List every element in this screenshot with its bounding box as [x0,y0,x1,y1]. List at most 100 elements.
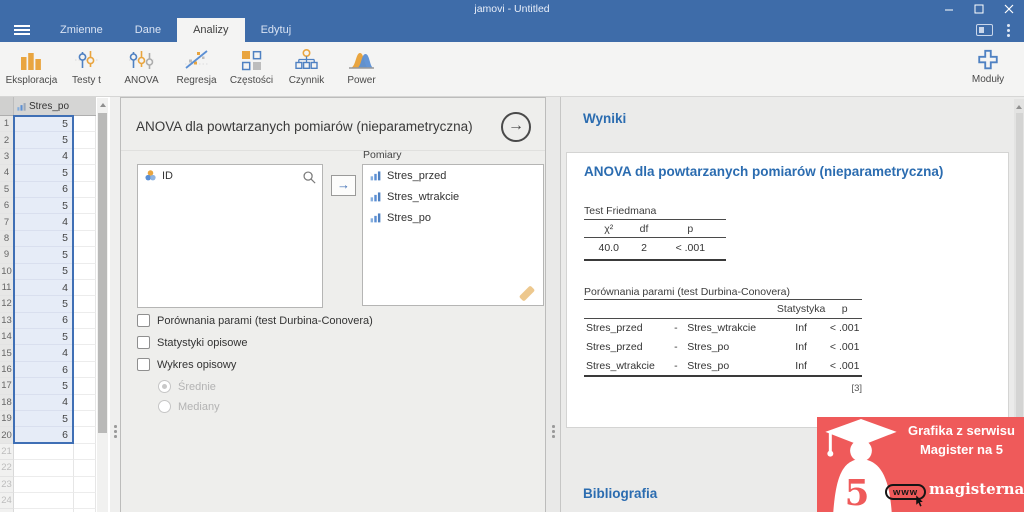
data-cell[interactable]: 5 [14,378,74,394]
row-number-cell[interactable]: 13 [0,313,14,329]
checkbox[interactable] [137,358,150,371]
row-number-cell[interactable]: 22 [0,460,14,476]
menu-tab[interactable]: Analizy [177,18,244,42]
row-number-cell[interactable]: 20 [0,427,14,443]
empty-cell[interactable] [74,313,96,329]
row-number-cell[interactable]: 4 [0,165,14,181]
close-button[interactable] [994,0,1024,18]
menu-tab[interactable]: Edytuj [245,18,308,42]
option-descriptive-stats[interactable]: Statystyki opisowe [137,336,247,349]
empty-cell[interactable] [74,493,96,509]
empty-cell[interactable] [74,362,96,378]
data-cell[interactable]: 4 [14,345,74,361]
menu-tab[interactable]: Zmienne [44,18,119,42]
left-splitter[interactable] [110,97,120,512]
empty-cell[interactable] [74,264,96,280]
empty-cell[interactable] [74,116,96,132]
empty-cell[interactable] [74,477,96,493]
data-cell[interactable]: 4 [14,280,74,296]
row-number-cell[interactable]: 3 [0,149,14,165]
variable-item[interactable]: ID [138,165,322,186]
row-number-cell[interactable]: 1 [0,116,14,132]
empty-cell[interactable] [74,132,96,148]
data-cell[interactable] [14,460,74,476]
row-number-cell[interactable]: 5 [0,182,14,198]
measure-item[interactable]: Stres_po [363,207,543,228]
option-descriptive-plot[interactable]: Wykres opisowy [137,358,236,371]
measure-item[interactable]: Stres_wtrakcie [363,186,543,207]
row-number-cell[interactable]: 16 [0,362,14,378]
checkbox[interactable] [137,336,150,349]
data-cell[interactable]: 4 [14,214,74,230]
empty-cell[interactable] [74,198,96,214]
empty-cell[interactable] [74,214,96,230]
move-variable-button[interactable] [331,175,356,196]
data-cell[interactable]: 5 [14,231,74,247]
row-number-cell[interactable]: 6 [0,198,14,214]
empty-cell[interactable] [74,296,96,312]
option-pairwise-comparisons[interactable]: Porównania parami (test Durbina-Conovera… [137,314,373,327]
data-cell[interactable] [14,444,74,460]
empty-cell[interactable] [74,411,96,427]
search-icon[interactable] [302,170,317,185]
empty-cell[interactable] [74,427,96,443]
data-cell[interactable]: 5 [14,132,74,148]
scrollbar-thumb[interactable] [98,113,107,433]
spreadsheet-corner-cell[interactable] [0,97,14,115]
hamburger-menu-button[interactable] [0,18,44,42]
ribbon-button[interactable]: ANOVA [114,47,169,86]
data-cell[interactable]: 6 [14,182,74,198]
data-cell[interactable]: 5 [14,198,74,214]
row-number-cell[interactable]: 8 [0,231,14,247]
row-number-cell[interactable]: 17 [0,378,14,394]
row-number-cell[interactable]: 10 [0,264,14,280]
row-number-cell[interactable]: 12 [0,296,14,312]
spreadsheet-scrollbar[interactable] [97,98,108,512]
empty-cell[interactable] [74,247,96,263]
empty-cell[interactable] [74,345,96,361]
ribbon-button[interactable]: Częstości [224,47,279,86]
empty-cell[interactable] [74,460,96,476]
row-number-cell[interactable]: 11 [0,280,14,296]
row-number-cell[interactable]: 2 [0,132,14,148]
modules-button[interactable]: Moduły [960,47,1016,85]
available-variables-box[interactable]: ID [137,164,323,308]
measure-item[interactable]: Stres_przed [363,165,543,186]
row-number-cell[interactable]: 21 [0,444,14,460]
ribbon-button[interactable]: Eksploracja [4,47,59,86]
data-cell[interactable]: 5 [14,247,74,263]
measures-box[interactable]: Stres_przed Stres_wtrakcie Stres_po [362,164,544,306]
data-cell[interactable]: 5 [14,165,74,181]
row-number-cell[interactable]: 9 [0,247,14,263]
right-splitter[interactable] [546,97,560,512]
menu-tab[interactable]: Dane [119,18,177,42]
ribbon-button[interactable]: Testy t [59,47,114,86]
maximize-button[interactable] [964,0,994,18]
empty-cell[interactable] [74,395,96,411]
data-cell[interactable]: 4 [14,395,74,411]
empty-cell[interactable] [74,149,96,165]
empty-cell[interactable] [74,231,96,247]
scroll-up-arrow-icon[interactable] [100,103,106,107]
data-cell[interactable]: 5 [14,264,74,280]
row-number-cell[interactable]: 18 [0,395,14,411]
data-cell[interactable]: 6 [14,313,74,329]
row-number-cell[interactable]: 7 [0,214,14,230]
empty-cell[interactable] [74,444,96,460]
empty-cell[interactable] [74,378,96,394]
kebab-menu-icon[interactable] [1007,29,1010,32]
panel-toggle-icon[interactable] [976,24,993,36]
row-number-cell[interactable]: 24 [0,493,14,509]
data-cell[interactable]: 5 [14,296,74,312]
ribbon-button[interactable]: Czynnik [279,47,334,86]
row-number-cell[interactable]: 23 [0,477,14,493]
row-number-cell[interactable]: 14 [0,329,14,345]
row-number-cell[interactable]: 15 [0,345,14,361]
row-number-cell[interactable]: 19 [0,411,14,427]
empty-cell[interactable] [74,280,96,296]
data-cell[interactable]: 6 [14,362,74,378]
ribbon-button[interactable]: Power [334,47,389,86]
data-cell[interactable]: 4 [14,149,74,165]
empty-cell[interactable] [74,182,96,198]
data-cell[interactable] [14,477,74,493]
